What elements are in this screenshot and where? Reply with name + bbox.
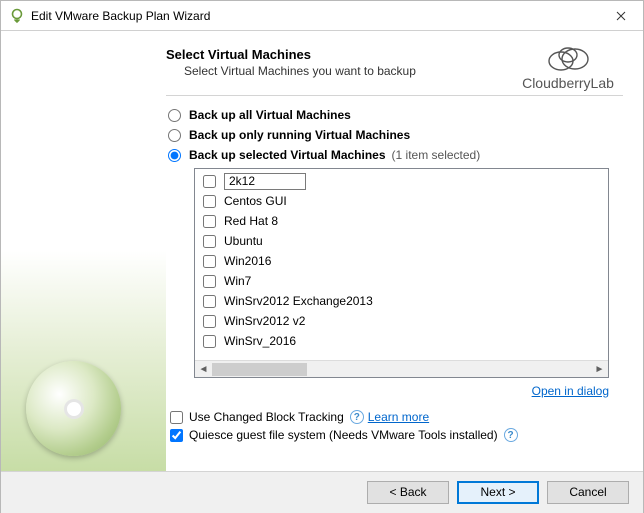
vm-row[interactable]: WinSrv2012 v2 [195,311,608,331]
radio-all-label: Back up all Virtual Machines [189,108,351,122]
vm-name: Red Hat 8 [224,214,278,228]
help-icon[interactable]: ? [350,410,364,424]
divider [166,95,623,96]
radio-running-input[interactable] [168,129,181,142]
vm-row[interactable]: Win2016 [195,251,608,271]
vm-row[interactable]: WinSrv_2016 [195,331,608,351]
vm-name: Win7 [224,274,251,288]
close-button[interactable] [598,1,643,30]
brand-name: CloudberryLab [513,75,623,91]
learn-more-link[interactable]: Learn more [368,410,429,424]
vm-name: Ubuntu [224,234,263,248]
vm-name: WinSrv2012 Exchange2013 [224,294,373,308]
vm-row[interactable]: Ubuntu [195,231,608,251]
scroll-left-icon[interactable]: ◄ [195,361,212,378]
quiesce-checkbox[interactable] [170,429,183,442]
vm-name: WinSrv2012 v2 [224,314,305,328]
vm-checkbox[interactable] [203,175,216,188]
backup-mode-group: Back up all Virtual Machines Back up onl… [168,108,623,162]
radio-running-label: Back up only running Virtual Machines [189,128,410,142]
vm-row[interactable]: 2k12 [195,171,608,191]
window-title: Edit VMware Backup Plan Wizard [31,9,598,23]
wizard-main: Select Virtual Machines Select Virtual M… [166,31,643,471]
vm-checkbox[interactable] [203,195,216,208]
vm-row[interactable]: Red Hat 8 [195,211,608,231]
radio-selected-vms[interactable]: Back up selected Virtual Machines (1 ite… [168,148,623,162]
header: Select Virtual Machines Select Virtual M… [166,41,623,91]
vm-checkbox[interactable] [203,275,216,288]
vm-checkbox[interactable] [203,315,216,328]
option-quiesce: Quiesce guest file system (Needs VMware … [170,428,623,442]
cbt-checkbox[interactable] [170,411,183,424]
vm-list[interactable]: 2k12 Centos GUI Red Hat 8 Ubuntu Win2016 Win7… [194,168,609,378]
vm-name: WinSrv_2016 [224,334,296,348]
vm-checkbox[interactable] [203,215,216,228]
radio-all-input[interactable] [168,109,181,122]
option-cbt: Use Changed Block Tracking ? Learn more [170,410,623,424]
next-button[interactable]: Next > [457,481,539,504]
vm-name: Win2016 [224,254,271,268]
vm-checkbox[interactable] [203,295,216,308]
cancel-button[interactable]: Cancel [547,481,629,504]
wizard-footer: < Back Next > Cancel [1,471,643,513]
vm-row[interactable]: WinSrv2012 Exchange2013 [195,291,608,311]
page-title: Select Virtual Machines [166,47,503,62]
vm-checkbox[interactable] [203,255,216,268]
disc-graphic [26,361,121,456]
radio-selected-input[interactable] [168,149,181,162]
vm-checkbox[interactable] [203,235,216,248]
page-subtitle: Select Virtual Machines you want to back… [184,64,503,78]
scroll-thumb[interactable] [212,363,307,376]
open-in-dialog-link[interactable]: Open in dialog [532,384,609,398]
app-icon [9,8,25,24]
radio-selected-label: Back up selected Virtual Machines [189,148,386,162]
open-dialog-wrap: Open in dialog [194,384,609,398]
hscrollbar[interactable]: ◄ ► [195,360,608,377]
radio-all-vms[interactable]: Back up all Virtual Machines [168,108,623,122]
selected-count: (1 item selected) [392,148,481,162]
scroll-right-icon[interactable]: ► [591,361,608,378]
cbt-label: Use Changed Block Tracking [189,410,344,424]
help-icon[interactable]: ? [504,428,518,442]
vm-name: 2k12 [224,173,306,190]
title-bar: Edit VMware Backup Plan Wizard [1,1,643,31]
vm-name: Centos GUI [224,194,287,208]
vm-checkbox[interactable] [203,335,216,348]
wizard-sidebar [1,31,166,471]
vm-list-wrap: 2k12 Centos GUI Red Hat 8 Ubuntu Win2016 Win7… [194,168,609,398]
brand-logo: CloudberryLab [513,41,623,91]
back-button[interactable]: < Back [367,481,449,504]
quiesce-label: Quiesce guest file system (Needs VMware … [189,428,498,442]
wizard-body: Select Virtual Machines Select Virtual M… [1,31,643,471]
vm-row[interactable]: Centos GUI [195,191,608,211]
radio-running-vms[interactable]: Back up only running Virtual Machines [168,128,623,142]
vm-row[interactable]: Win7 [195,271,608,291]
options-group: Use Changed Block Tracking ? Learn more … [170,410,623,442]
